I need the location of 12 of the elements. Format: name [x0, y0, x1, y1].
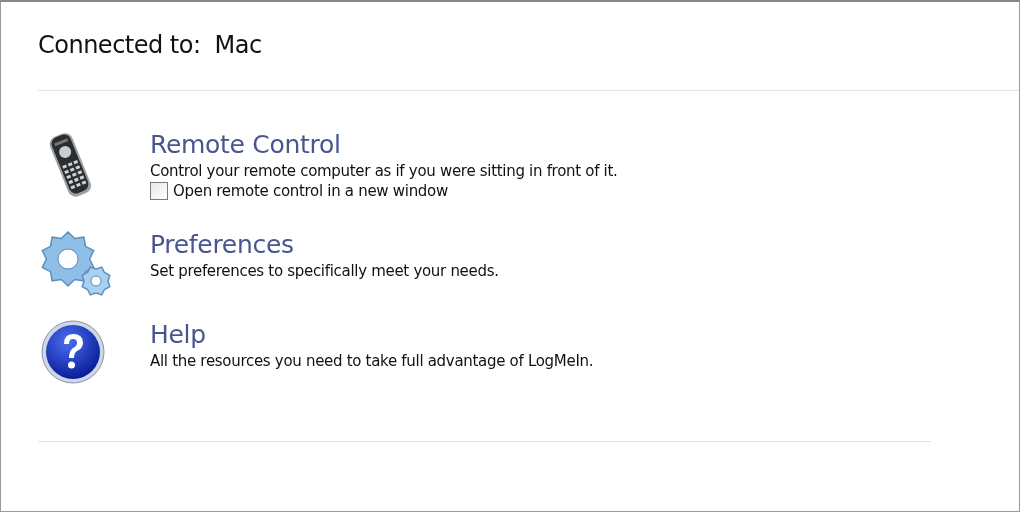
- section-description: Control your remote computer as if you were sitting in front of it.: [150, 161, 618, 181]
- section-link[interactable]: Remote Control: [150, 129, 618, 161]
- computer-name: Mac: [214, 31, 262, 59]
- section-description: Set preferences to specifically meet your needs.: [150, 261, 499, 281]
- gears-icon: [40, 229, 114, 299]
- checkbox[interactable]: [150, 182, 168, 200]
- checkbox-label[interactable]: Open remote control in a new window: [173, 181, 448, 201]
- section-link[interactable]: Preferences: [150, 229, 499, 261]
- section-description: All the resources you need to take full advantage of LogMeIn.: [150, 351, 594, 371]
- help-icon: [40, 319, 106, 385]
- connection-label: Connected to:: [38, 31, 201, 59]
- section-link[interactable]: Help: [150, 319, 594, 351]
